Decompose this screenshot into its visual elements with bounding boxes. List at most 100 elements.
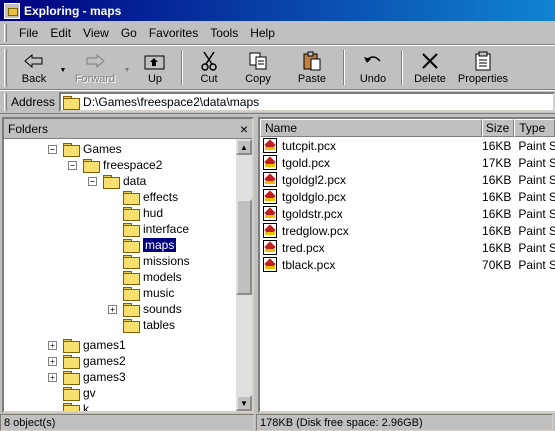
file-name: tred.pcx xyxy=(282,240,325,255)
folder-open-icon xyxy=(103,175,120,189)
file-row[interactable]: tredglow.pcx 16KB Paint S xyxy=(260,222,555,239)
file-size: 16KB xyxy=(482,206,512,221)
menu-edit[interactable]: Edit xyxy=(44,24,77,42)
up-button[interactable]: Up xyxy=(133,46,177,89)
expand-icon[interactable]: + xyxy=(108,304,117,314)
tree-item-effects[interactable]: effects xyxy=(123,189,178,205)
close-icon[interactable]: × xyxy=(240,122,248,136)
menu-go[interactable]: Go xyxy=(115,24,143,42)
tree-item-tables[interactable]: tables xyxy=(123,317,175,333)
tree-item-games1[interactable]: + games1 xyxy=(48,337,126,353)
tree-label: tables xyxy=(143,318,176,332)
tree-item-gv[interactable]: gv xyxy=(63,385,96,401)
toolbar-grip[interactable] xyxy=(4,49,7,87)
forward-label: Forward xyxy=(74,73,116,85)
addressbar-grip[interactable] xyxy=(4,92,7,111)
column-type[interactable]: Type xyxy=(514,119,555,137)
folders-pane: Folders × − Games − freespace2 − data effec… xyxy=(2,117,254,413)
tree-label: Games xyxy=(83,142,122,156)
back-arrow-icon xyxy=(23,51,45,71)
menu-favorites[interactable]: Favorites xyxy=(143,24,204,42)
back-button[interactable]: Back xyxy=(11,46,57,89)
file-size: 16KB xyxy=(482,240,512,255)
tree-item-models[interactable]: models xyxy=(123,269,182,285)
tree-item-data[interactable]: − data xyxy=(88,173,146,189)
file-row[interactable]: tgoldgl2.pcx 16KB Paint S xyxy=(260,171,555,188)
tree-item-sounds[interactable]: + sounds xyxy=(108,301,182,317)
folders-title: Folders xyxy=(8,121,49,136)
tree-label: models xyxy=(143,270,182,284)
cut-button[interactable]: Cut xyxy=(187,46,231,89)
paste-label: Paste xyxy=(297,73,327,85)
scroll-up-icon[interactable]: ▲ xyxy=(236,139,252,155)
properties-label: Properties xyxy=(457,73,509,85)
scroll-thumb[interactable] xyxy=(236,199,252,295)
properties-button[interactable]: Properties xyxy=(453,46,513,89)
tree-item-hud[interactable]: hud xyxy=(123,205,163,221)
tree-item-interface[interactable]: interface xyxy=(123,221,189,237)
undo-label: Undo xyxy=(359,73,387,85)
menu-file[interactable]: File xyxy=(13,24,44,42)
collapse-icon[interactable]: − xyxy=(88,176,97,186)
tree-label-selected: maps xyxy=(141,237,178,253)
menu-tools[interactable]: Tools xyxy=(204,24,244,42)
tree-label: music xyxy=(143,286,175,300)
folder-icon xyxy=(63,403,80,411)
file-row[interactable]: tutcpit.pcx 16KB Paint S xyxy=(260,137,555,154)
delete-button[interactable]: Delete xyxy=(407,46,453,89)
back-dropdown-icon[interactable]: ▼ xyxy=(57,46,69,89)
toolbar: Back ▼ Forward ▼ Up Cut Copy Paste Undo … xyxy=(0,46,555,90)
tree-label: freespace2 xyxy=(103,158,163,172)
paint-image-icon xyxy=(263,172,277,187)
tree-item-music[interactable]: music xyxy=(123,285,174,301)
folder-icon xyxy=(123,223,140,237)
address-field[interactable]: D:\Games\freespace2\data\maps xyxy=(59,91,555,112)
tree-item-games3[interactable]: + games3 xyxy=(48,369,126,385)
folder-icon xyxy=(63,339,80,353)
scroll-down-icon[interactable]: ▼ xyxy=(236,395,252,411)
tree-item-maps[interactable]: maps xyxy=(123,237,178,253)
file-row[interactable]: tgold.pcx 17KB Paint S xyxy=(260,154,555,171)
column-name[interactable]: Name xyxy=(260,119,483,137)
title-bar: Exploring - maps xyxy=(0,0,555,21)
file-row[interactable]: tblack.pcx 70KB Paint S xyxy=(260,256,555,273)
paint-image-icon xyxy=(263,155,277,170)
tree-item-games[interactable]: − Games xyxy=(48,141,122,157)
menubar-grip[interactable] xyxy=(4,23,7,42)
tree-label: games3 xyxy=(83,370,126,384)
paste-button[interactable]: Paste xyxy=(285,46,339,89)
file-size: 16KB xyxy=(482,189,512,204)
expand-icon[interactable]: + xyxy=(48,340,57,350)
menu-help[interactable]: Help xyxy=(244,24,281,42)
column-size[interactable]: Size xyxy=(482,119,515,137)
forward-button[interactable]: Forward xyxy=(69,46,121,89)
tree-item-missions[interactable]: missions xyxy=(123,253,190,269)
file-row[interactable]: tgoldglo.pcx 16KB Paint S xyxy=(260,188,555,205)
forward-dropdown-icon[interactable]: ▼ xyxy=(121,46,133,89)
folder-icon xyxy=(123,303,140,317)
toolbar-separator xyxy=(181,50,183,85)
tree-item-freespace2[interactable]: − freespace2 xyxy=(68,157,162,173)
copy-button[interactable]: Copy xyxy=(231,46,285,89)
paint-image-icon xyxy=(263,257,277,272)
expand-icon[interactable]: + xyxy=(48,372,57,382)
file-row[interactable]: tred.pcx 16KB Paint S xyxy=(260,239,555,256)
expand-icon[interactable]: + xyxy=(48,356,57,366)
folder-icon xyxy=(63,355,80,369)
folders-scrollbar[interactable]: ▲ ▼ xyxy=(236,139,252,411)
undo-button[interactable]: Undo xyxy=(349,46,397,89)
menu-view[interactable]: View xyxy=(77,24,115,42)
file-row[interactable]: tgoldstr.pcx 16KB Paint S xyxy=(260,205,555,222)
tree-item-games2[interactable]: + games2 xyxy=(48,353,126,369)
paint-image-icon xyxy=(263,206,277,221)
copy-label: Copy xyxy=(245,73,271,85)
file-name: tgoldgl2.pcx xyxy=(282,172,347,187)
tree-label: sounds xyxy=(143,302,182,316)
collapse-icon[interactable]: − xyxy=(48,144,57,154)
tree-item-k[interactable]: k xyxy=(63,401,89,411)
folder-icon xyxy=(63,387,80,401)
folder-icon xyxy=(63,371,80,385)
collapse-icon[interactable]: − xyxy=(68,160,77,170)
folder-icon xyxy=(123,207,140,221)
file-name: tredglow.pcx xyxy=(282,223,349,238)
